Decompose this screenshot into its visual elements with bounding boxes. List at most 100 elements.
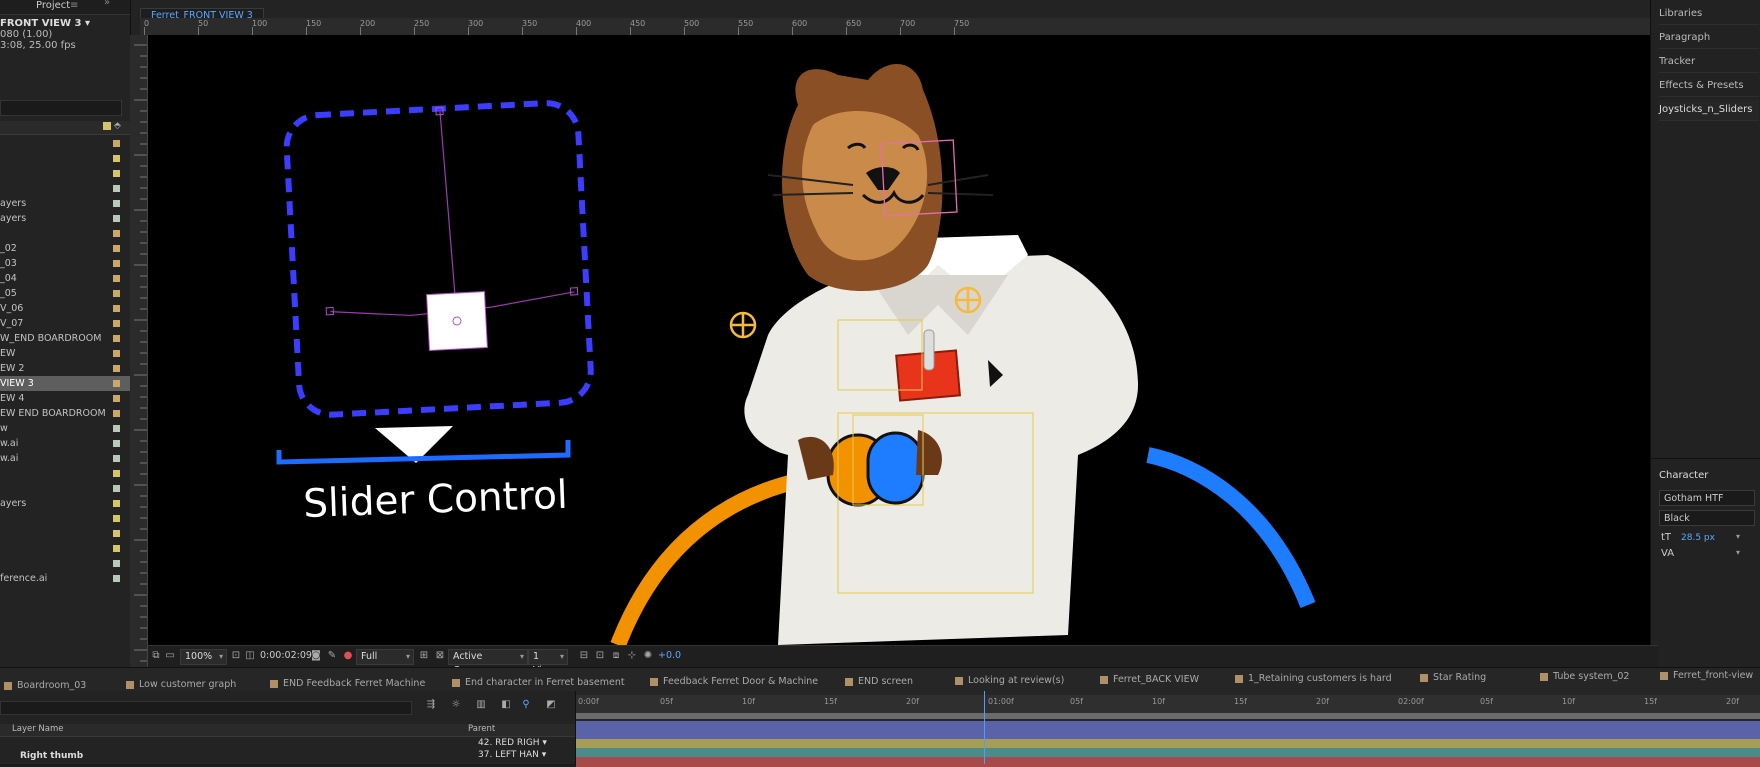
comp-tab[interactable]: Feedback Ferret Door & Machine bbox=[650, 676, 818, 687]
frame-blending-icon[interactable]: ▥ bbox=[475, 699, 487, 711]
project-item[interactable]: EW 4 bbox=[0, 391, 130, 406]
label-color-swatch[interactable] bbox=[113, 260, 120, 267]
font-style-select[interactable]: Black bbox=[1659, 510, 1755, 526]
project-item[interactable]: VIEW 3 bbox=[0, 376, 130, 391]
label-color-swatch[interactable] bbox=[113, 500, 120, 507]
project-search-input[interactable] bbox=[0, 100, 122, 116]
comp-tab[interactable]: End character in Ferret basement bbox=[452, 677, 625, 688]
camera-select[interactable]: Active Camera bbox=[448, 649, 528, 676]
label-color-swatch[interactable] bbox=[113, 365, 120, 372]
toggle-pixel-icon[interactable]: ⊟ bbox=[578, 650, 590, 662]
label-color-swatch[interactable] bbox=[113, 335, 120, 342]
tracking-dropdown-icon[interactable]: ▾ bbox=[1736, 548, 1740, 557]
project-item[interactable] bbox=[0, 151, 130, 166]
label-color-swatch[interactable] bbox=[113, 455, 120, 462]
panel-tab-tracker[interactable]: Tracker bbox=[1659, 52, 1759, 73]
comp-tab[interactable]: Low customer graph bbox=[126, 679, 236, 690]
project-item[interactable]: _05 bbox=[0, 286, 130, 301]
project-item[interactable] bbox=[0, 166, 130, 181]
label-color-swatch[interactable] bbox=[113, 575, 120, 582]
tag-icon[interactable]: ⬘ bbox=[114, 121, 121, 131]
project-item[interactable]: _03 bbox=[0, 256, 130, 271]
label-color-swatch[interactable] bbox=[113, 485, 120, 492]
layer-search-input[interactable] bbox=[0, 701, 412, 715]
exposure-value[interactable]: +0.0 bbox=[658, 650, 681, 661]
composition-mini-flowchart-icon[interactable]: ⇶ bbox=[425, 699, 437, 711]
channel-icon[interactable]: ● bbox=[342, 650, 354, 662]
horizontal-ruler[interactable]: 0 50 100 150 200 250 300 350 400 450 500 550 600 650 7… bbox=[140, 18, 1660, 36]
time-ruler[interactable]: 0:00f 05f 10f 15f 20f 01:00f 05f 10f 15f 20f 02:00… bbox=[576, 695, 1760, 713]
label-color-swatch[interactable] bbox=[113, 320, 120, 327]
comp-tab[interactable]: 1_Retaining customers is hard bbox=[1235, 673, 1392, 684]
label-color-swatch[interactable] bbox=[113, 560, 120, 567]
project-item[interactable] bbox=[0, 466, 130, 481]
graph-editor-icon[interactable]: ◩ bbox=[545, 699, 557, 711]
label-color-swatch[interactable] bbox=[113, 275, 120, 282]
transparency-grid-icon[interactable]: ⊠ bbox=[434, 650, 446, 662]
panel-tab-libraries[interactable]: Libraries bbox=[1659, 4, 1759, 25]
label-color-swatch[interactable] bbox=[113, 380, 120, 387]
label-color-swatch[interactable] bbox=[113, 440, 120, 447]
comp-canvas[interactable]: Slider Control bbox=[148, 35, 1678, 648]
project-item[interactable] bbox=[0, 511, 130, 526]
panel-tab-paragraph[interactable]: Paragraph bbox=[1659, 28, 1759, 49]
project-item[interactable]: W_END BOARDROOM bbox=[0, 331, 130, 346]
font-size-dropdown-icon[interactable]: ▾ bbox=[1736, 532, 1740, 541]
graph-editor-toggle-icon[interactable]: ⚲ bbox=[520, 699, 532, 711]
label-color-swatch[interactable] bbox=[113, 305, 120, 312]
project-item[interactable] bbox=[0, 136, 130, 151]
project-item[interactable]: EW END BOARDROOM bbox=[0, 406, 130, 421]
vertical-ruler[interactable] bbox=[130, 35, 148, 675]
resolution-select[interactable]: Full bbox=[356, 649, 414, 665]
label-color-swatch[interactable] bbox=[113, 170, 120, 177]
comp-tab[interactable]: END Feedback Ferret Machine bbox=[270, 678, 425, 689]
current-time-indicator[interactable] bbox=[984, 691, 985, 764]
project-item[interactable]: _04 bbox=[0, 271, 130, 286]
project-item[interactable] bbox=[0, 541, 130, 556]
label-color-swatch[interactable] bbox=[113, 425, 120, 432]
label-color-swatch[interactable] bbox=[113, 185, 120, 192]
roi-icon[interactable]: ⊞ bbox=[418, 650, 430, 662]
comp-tab[interactable]: Star Rating bbox=[1420, 672, 1486, 683]
comp-tab[interactable]: Ferret_front-view bbox=[1660, 670, 1753, 681]
label-color-swatch[interactable] bbox=[113, 530, 120, 537]
fit-icon[interactable]: ⊡ bbox=[230, 650, 242, 662]
anchor-crosshair-right[interactable] bbox=[954, 286, 982, 314]
label-color-swatch[interactable] bbox=[113, 200, 120, 207]
current-time[interactable]: 0:00:02:09 bbox=[260, 650, 312, 661]
label-color-swatch[interactable] bbox=[113, 155, 120, 162]
snapshot-icon[interactable]: ◙ bbox=[310, 650, 322, 662]
timeline-tracks[interactable]: 0:00f 05f 10f 15f 20f 01:00f 05f 10f 15f 20f 02:00… bbox=[576, 691, 1760, 767]
work-area-bar[interactable] bbox=[576, 713, 1760, 719]
comp-tab[interactable]: Tube system_02 bbox=[1540, 671, 1629, 682]
comp-tab[interactable]: END screen bbox=[845, 676, 913, 687]
layer-name-header[interactable]: Layer Name bbox=[12, 724, 63, 734]
project-item[interactable]: ayers bbox=[0, 496, 130, 511]
motion-blur-icon[interactable]: ◧ bbox=[500, 699, 512, 711]
project-item[interactable]: ayers bbox=[0, 196, 130, 211]
parent-select[interactable]: 37. LEFT HAN ▾ bbox=[478, 750, 546, 760]
label-color-swatch[interactable] bbox=[113, 545, 120, 552]
project-item[interactable] bbox=[0, 526, 130, 541]
flowchart-icon[interactable]: ⧈ bbox=[610, 650, 622, 662]
parent-header[interactable]: Parent bbox=[468, 724, 495, 734]
zoom-select[interactable]: 100% bbox=[180, 649, 228, 665]
project-item[interactable]: V_06 bbox=[0, 301, 130, 316]
label-color-swatch[interactable] bbox=[113, 290, 120, 297]
label-color-swatch[interactable] bbox=[113, 350, 120, 357]
guides-icon[interactable]: ⊹ bbox=[626, 650, 638, 662]
always-preview-icon[interactable]: ⧉ bbox=[150, 650, 162, 662]
region-icon[interactable]: ◫ bbox=[244, 650, 256, 662]
project-item[interactable] bbox=[0, 181, 130, 196]
font-size-value[interactable]: 28.5 px bbox=[1681, 533, 1715, 543]
show-snapshot-icon[interactable]: ✎ bbox=[326, 650, 338, 662]
comp-tab[interactable]: Looking at review(s) bbox=[955, 675, 1064, 686]
label-color-swatch[interactable] bbox=[113, 395, 120, 402]
label-color-swatch[interactable] bbox=[113, 230, 120, 237]
label-color-swatch[interactable] bbox=[113, 215, 120, 222]
tab-project[interactable]: Project bbox=[36, 0, 70, 11]
comp-tab[interactable]: Ferret_BACK VIEW bbox=[1100, 674, 1199, 685]
project-item[interactable]: EW 2 bbox=[0, 361, 130, 376]
project-item[interactable] bbox=[0, 481, 130, 496]
label-color-swatch[interactable] bbox=[113, 140, 120, 147]
